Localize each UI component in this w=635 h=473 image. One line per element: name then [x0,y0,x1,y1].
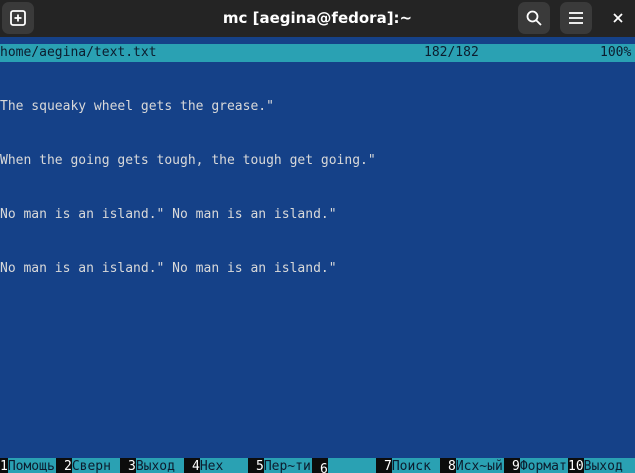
fkey-empty[interactable]: 6 [320,458,376,473]
hamburger-menu-icon [569,12,583,24]
fkey-number: 8 [448,459,456,473]
fkey-hex[interactable]: 4Hex [192,458,248,473]
percent-indicator: 100% [600,45,632,60]
text-line: No man is an island." No man is an islan… [0,261,337,276]
fkey-number: 9 [512,459,520,473]
fkey-number: 6 [320,462,328,473]
fkey-quit[interactable]: 3Выход [128,458,184,473]
close-button[interactable] [605,5,631,31]
menu-button[interactable] [560,2,592,34]
fkey-label: Пер~ти [263,458,312,473]
fkey-search[interactable]: 7Поиск [384,458,440,473]
fkey-number: 4 [192,459,200,473]
text-line: The squeaky wheel gets the grease." [0,99,274,114]
text-line: When the going gets tough, the tough get… [0,153,376,168]
fkey-label: Помощь [7,458,56,473]
fkey-number: 7 [384,459,392,473]
fkey-format[interactable]: 9Формат [512,458,568,473]
fkey-number: 5 [256,459,264,473]
fkey-exit[interactable]: 10Выход [568,458,635,473]
fkey-number: 10 [568,459,584,473]
fkey-label: Поиск [391,458,440,473]
fkey-label: Сверн [71,458,120,473]
fkey-raw[interactable]: 8Исх~ый [448,458,504,473]
function-key-bar: 1Помощь 2Сверн 3Выход 4Hex 5Пер~ти 6 7По… [0,458,635,473]
file-path: home/aegina/text.txt [0,45,157,60]
viewer-status-bar: home/aegina/text.txt 182/182 100% [0,44,635,62]
fkey-wrap[interactable]: 2Сверн [64,458,120,473]
close-icon [613,13,623,23]
fkey-help[interactable]: 1Помощь [0,458,56,473]
search-button[interactable] [518,2,550,34]
byte-position: 182/182 [424,45,479,60]
fkey-label: Выход [135,458,184,473]
fkey-label: Исх~ый [455,458,504,473]
fkey-label: Формат [519,458,568,473]
fkey-label [327,458,376,473]
fkey-goto[interactable]: 5Пер~ти [256,458,312,473]
fkey-number: 1 [0,459,8,473]
fkey-number: 3 [128,459,136,473]
fkey-label: Выход [583,458,635,473]
fkey-label: Hex [199,458,248,473]
fkey-number: 2 [64,459,72,473]
search-icon [526,10,542,26]
window-titlebar: mc [aegina@fedora]:~ [0,0,635,37]
viewer-content[interactable]: The squeaky wheel gets the grease." When… [0,62,635,296]
text-line: No man is an island." No man is an islan… [0,207,337,222]
